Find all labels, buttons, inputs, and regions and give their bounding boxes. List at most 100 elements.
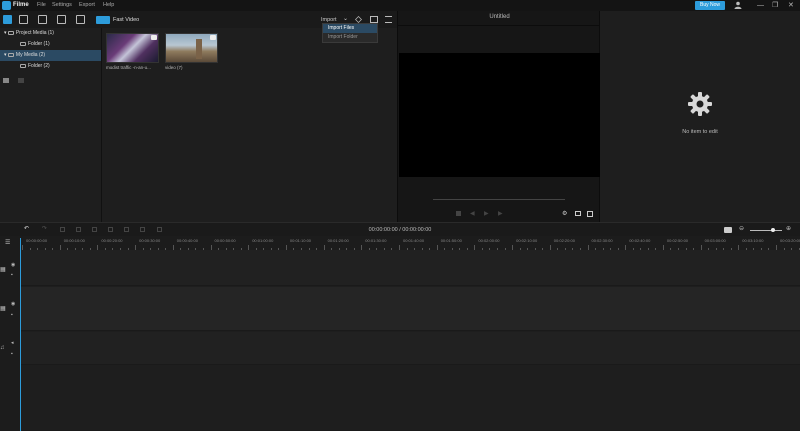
tree-item-label: Folder (1) xyxy=(28,41,50,47)
settings-icon[interactable]: ⚙ xyxy=(562,211,567,217)
ruler-tick-label: 00:02:10:00 xyxy=(516,238,538,243)
ruler-tick-label: 00:00:20:00 xyxy=(101,238,123,243)
title-bar: Filme File Settings Export Help Buy Now … xyxy=(0,0,800,11)
import-folder-item[interactable]: Import Folder xyxy=(323,33,377,42)
ruler-tick-label: 00:01:40:00 xyxy=(403,238,425,243)
transitions-tab-icon[interactable] xyxy=(38,15,47,24)
app-name: Filme xyxy=(13,2,29,8)
import-files-item[interactable]: Import Files xyxy=(323,24,377,33)
folder-icon xyxy=(7,30,14,35)
ruler-tick-label: 00:02:30:00 xyxy=(591,238,613,243)
zoom-slider-handle[interactable] xyxy=(771,228,775,232)
ruler-tick-label: 00:00:00:00 xyxy=(26,238,48,243)
tree-item-my-media[interactable]: ▾ My Media (2) xyxy=(0,50,101,61)
divider xyxy=(398,25,601,26)
folder-icon xyxy=(7,52,14,57)
expand-arrow-icon[interactable]: ▾ xyxy=(0,52,7,58)
restore-button[interactable]: ❐ xyxy=(772,1,778,10)
menu-help[interactable]: Help xyxy=(103,2,114,8)
next-frame-icon[interactable]: ▶ xyxy=(498,211,503,217)
ruler-tick-label: 00:03:10:00 xyxy=(742,238,764,243)
zoom-fit-icon[interactable] xyxy=(724,227,732,233)
ruler-tick-label: 00:03:00:00 xyxy=(704,238,726,243)
video-track-1[interactable] xyxy=(20,250,800,286)
stop-icon[interactable] xyxy=(456,211,461,216)
lock-icon[interactable]: ▪ xyxy=(11,312,13,318)
tower-shape xyxy=(196,39,202,59)
zoom-slider[interactable] xyxy=(750,230,782,231)
audio-track[interactable] xyxy=(20,332,800,365)
folder-icon xyxy=(20,41,26,46)
effects-tab-icon[interactable] xyxy=(19,15,28,24)
prev-frame-icon[interactable]: ◀ xyxy=(470,211,475,217)
timeline-toolbar: ↶ ↷ 00:00:00:00 / 00:00:00:00 ⊖ ⊕ xyxy=(0,222,800,236)
timeline-ruler[interactable]: 00:00:00:00 00:00:10:00 00:00:20:00 00:00:3… xyxy=(20,236,800,250)
ruler-tick-label: 00:02:20:00 xyxy=(553,238,575,243)
lock-icon[interactable]: ▪ xyxy=(11,351,13,357)
layers-icon[interactable] xyxy=(355,16,362,23)
video-track-2[interactable] xyxy=(20,287,800,331)
sort-icon[interactable] xyxy=(385,16,392,23)
ruler-tick-label: 00:01:00:00 xyxy=(252,238,274,243)
snapshot-icon[interactable] xyxy=(575,211,581,216)
zoom-out-icon[interactable]: ⊖ xyxy=(739,226,744,232)
menu-export[interactable]: Export xyxy=(79,2,95,8)
fast-video-icon[interactable] xyxy=(96,16,110,24)
timecode-display: 00:00:00:00 / 00:00:00:00 xyxy=(368,227,432,233)
tree-item-folder-2[interactable]: Folder (2) xyxy=(0,61,101,72)
expand-arrow-icon[interactable]: ▾ xyxy=(0,30,7,36)
preview-scrubber[interactable] xyxy=(433,199,565,200)
music-note-icon: ♫ xyxy=(0,345,5,351)
grid-view-icon[interactable] xyxy=(370,16,378,23)
folder-icon xyxy=(20,63,26,68)
preview-screen xyxy=(399,53,600,177)
fullscreen-icon[interactable] xyxy=(587,211,593,217)
track-menu-icon[interactable]: ☰ xyxy=(5,240,10,246)
media-caption-1: modist traffic -n-an-u... xyxy=(106,65,151,70)
eye-icon[interactable]: ◉ xyxy=(11,262,15,268)
close-button[interactable]: ✕ xyxy=(788,1,794,10)
ruler-tick-label: 00:00:30:00 xyxy=(139,238,161,243)
media-thumbnail-1[interactable] xyxy=(106,33,159,63)
new-folder-icon[interactable] xyxy=(3,78,9,83)
video-badge-icon xyxy=(210,35,216,40)
fast-video-label[interactable]: Fast Video xyxy=(113,17,139,23)
menu-settings[interactable]: Settings xyxy=(52,2,72,8)
preview-panel: Untitled ◀ ▶ ▶ ⚙ xyxy=(397,11,601,222)
minimize-button[interactable]: — xyxy=(757,1,764,10)
volume-icon[interactable]: ◂ xyxy=(11,340,14,346)
tree-item-project-media[interactable]: ▾ Project Media (1) xyxy=(0,28,101,39)
media-tab-icon[interactable] xyxy=(3,15,12,24)
track-header-column: ☰ ▦ ◉ ▪ ▦ ◉ ▪ ♫ ◂ ▪ xyxy=(0,236,20,431)
import-menu: Import Files Import Folder xyxy=(322,23,378,43)
ruler-tick-label: 00:03:20:00 xyxy=(780,238,800,243)
media-caption-2: video (7) xyxy=(165,65,183,70)
import-dropdown-icon[interactable]: ⌄ xyxy=(343,15,348,22)
lock-icon[interactable]: ▪ xyxy=(11,272,13,278)
media-library: modist traffic -n-an-u... video (7) xyxy=(103,28,397,222)
media-thumbnail-2[interactable] xyxy=(165,33,218,63)
app-logo-icon xyxy=(2,1,11,10)
zoom-in-icon[interactable]: ⊕ xyxy=(786,226,791,232)
menu-file[interactable]: File xyxy=(37,2,46,8)
play-icon[interactable]: ▶ xyxy=(484,211,489,217)
tree-item-label: My Media (2) xyxy=(15,52,46,58)
empty-track-area xyxy=(20,366,800,431)
tree-item-label: Folder (2) xyxy=(28,63,50,69)
ruler-tick-label: 00:00:10:00 xyxy=(63,238,85,243)
properties-panel: No item to edit xyxy=(600,11,800,222)
empty-state-text: No item to edit xyxy=(682,129,718,135)
elements-tab-icon[interactable] xyxy=(76,15,85,24)
video-track-icon: ▦ xyxy=(0,267,6,273)
ruler-tick-label: 00:01:50:00 xyxy=(440,238,462,243)
delete-folder-icon[interactable] xyxy=(18,78,24,83)
gear-icon xyxy=(687,91,713,119)
tree-item-label: Project Media (1) xyxy=(15,30,54,36)
ruler-tick-label: 00:02:00:00 xyxy=(478,238,500,243)
ruler-tick-label: 00:02:50:00 xyxy=(666,238,689,243)
tree-item-folder-1[interactable]: Folder (1) xyxy=(0,39,101,50)
eye-icon[interactable]: ◉ xyxy=(11,301,15,307)
text-tab-icon[interactable] xyxy=(57,15,66,24)
buy-now-button[interactable]: Buy Now xyxy=(695,1,725,10)
playhead[interactable] xyxy=(20,238,21,431)
